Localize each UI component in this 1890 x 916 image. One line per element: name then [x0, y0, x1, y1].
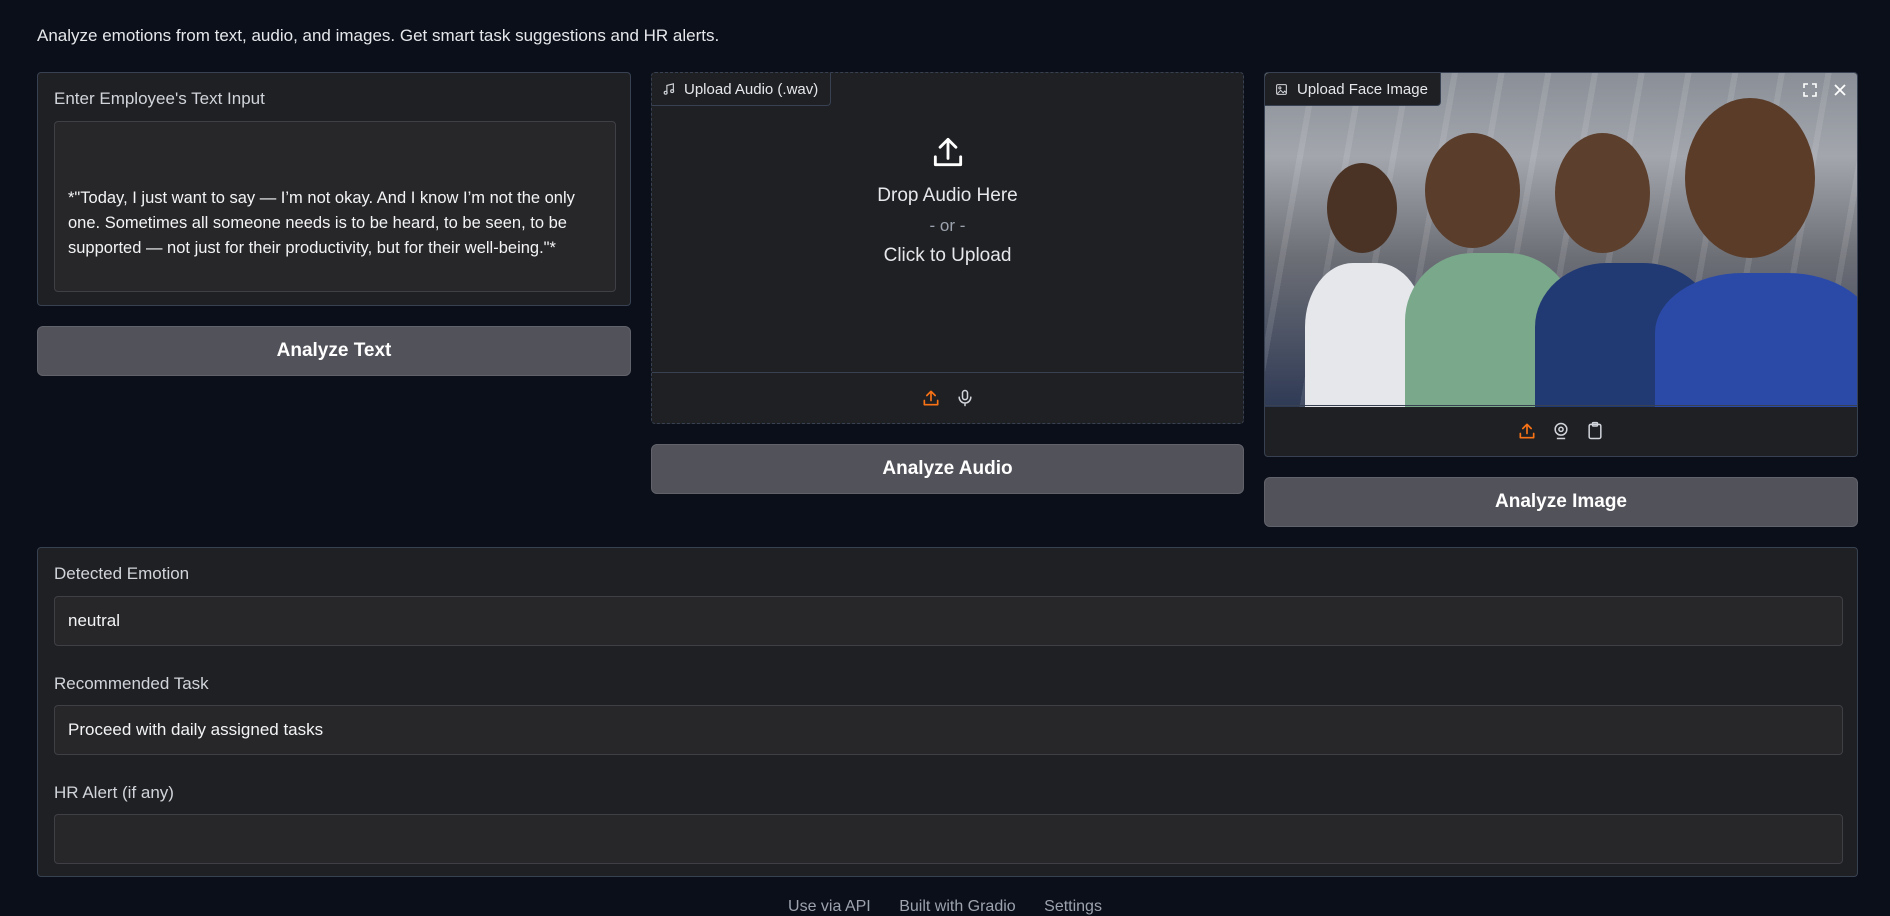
- audio-upload-tag: Upload Audio (.wav): [652, 73, 832, 106]
- detected-emotion-value: neutral: [68, 611, 120, 630]
- image-upload-tag: Upload Face Image: [1265, 73, 1441, 106]
- image-upload-label: Upload Face Image: [1297, 80, 1428, 98]
- image-source-toolbar: [1265, 405, 1857, 456]
- built-with-gradio-link[interactable]: Built with Gradio: [899, 898, 1016, 915]
- audio-source-toolbar: [652, 372, 1243, 423]
- footer: Use via API Built with Gradio Settings: [0, 898, 1890, 916]
- upload-icon[interactable]: [1517, 421, 1537, 441]
- analyze-text-button[interactable]: Analyze Text: [37, 326, 631, 376]
- or-text: - or -: [929, 216, 966, 235]
- hr-alert-output[interactable]: [54, 814, 1843, 864]
- image-controls: [1799, 79, 1851, 101]
- settings-link[interactable]: Settings: [1044, 898, 1102, 915]
- employee-text-value: *"Today, I just want to say — I’m not ok…: [68, 189, 575, 257]
- clipboard-icon[interactable]: [1585, 421, 1605, 441]
- detected-emotion-label: Detected Emotion: [54, 564, 190, 583]
- recommended-task-output[interactable]: Proceed with daily assigned tasks: [54, 705, 1843, 755]
- close-icon[interactable]: [1829, 79, 1851, 101]
- employee-text-input[interactable]: *"Today, I just want to say — I’m not ok…: [54, 121, 616, 292]
- fullscreen-icon[interactable]: [1799, 79, 1821, 101]
- text-input-panel: Enter Employee's Text Input *"Today, I j…: [37, 72, 631, 306]
- microphone-icon[interactable]: [955, 388, 975, 408]
- audio-drop-zone[interactable]: Drop Audio Here - or - Click to Upload: [652, 133, 1243, 271]
- hr-alert-label: HR Alert (if any): [54, 783, 174, 802]
- upload-icon[interactable]: [921, 388, 941, 408]
- recommended-task-label: Recommended Task: [54, 674, 209, 693]
- analyze-image-button[interactable]: Analyze Image: [1264, 477, 1858, 527]
- analyze-audio-button[interactable]: Analyze Audio: [651, 444, 1244, 494]
- audio-upload-panel[interactable]: Upload Audio (.wav) Drop Audio Here - or…: [651, 72, 1244, 424]
- click-to-upload-text: Click to Upload: [883, 245, 1012, 266]
- recommended-task-value: Proceed with daily assigned tasks: [68, 720, 324, 739]
- text-input-label: Enter Employee's Text Input: [54, 89, 265, 108]
- results-panel: Detected Emotion neutral Recommended Tas…: [37, 547, 1858, 877]
- image-upload-panel[interactable]: Upload Face Image: [1264, 72, 1858, 457]
- upload-icon: [933, 137, 962, 167]
- use-via-api-link[interactable]: Use via API: [788, 898, 871, 915]
- music-note-icon: [663, 82, 675, 95]
- app-description: Analyze emotions from text, audio, and i…: [37, 26, 720, 45]
- drop-audio-text: Drop Audio Here: [877, 185, 1018, 206]
- audio-upload-label: Upload Audio (.wav): [684, 80, 819, 98]
- webcam-icon[interactable]: [1551, 421, 1571, 441]
- image-icon: [1276, 83, 1287, 95]
- uploaded-face-photo: [1265, 73, 1857, 407]
- detected-emotion-output[interactable]: neutral: [54, 596, 1843, 646]
